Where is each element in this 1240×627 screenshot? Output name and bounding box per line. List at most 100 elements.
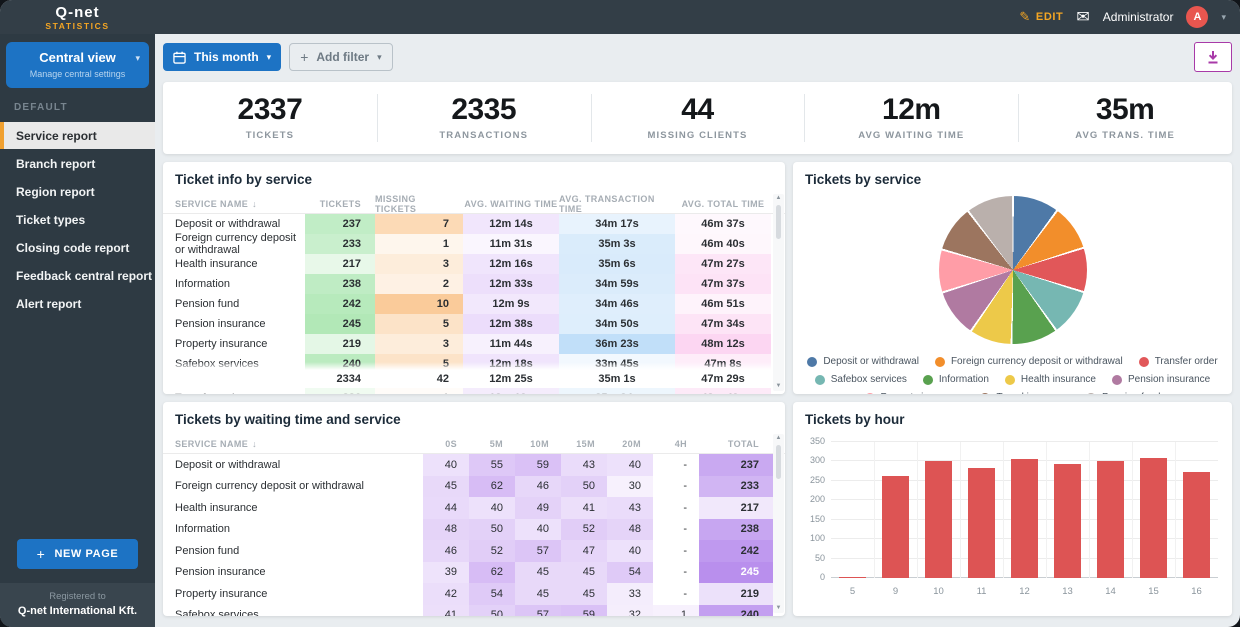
avg-waiting-time-cell: 13m 19s [463,388,559,394]
service-name-cell: Transfer order [163,388,305,394]
vertical-scrollbar[interactable]: ▲ ▼ [773,194,784,391]
new-page-label: NEW PAGE [54,548,118,560]
app-window: Q-net STATISTICS ✎ EDIT ✉ Administrator … [0,0,1240,627]
legend-item[interactable]: Property insurance [865,392,965,394]
avg-transaction-time-cell: 36m 23s [559,334,675,354]
column-header-label: 20M [622,439,641,449]
sort-descending-icon: ↓ [252,439,257,449]
scroll-up-icon[interactable]: ▲ [776,194,782,203]
column-header-label: 0S [445,439,457,449]
legend-item[interactable]: Safebox services [815,374,907,385]
column-header-label: 5M [490,439,503,449]
column-header-label: MISSING TICKETS [375,194,449,214]
sidebar-item-branch-report[interactable]: Branch report [0,150,155,177]
sidebar-item-alert-report[interactable]: Alert report [0,290,155,317]
sidebar-item-feedback-central-report[interactable]: Feedback central report [0,262,155,289]
vertical-scrollbar[interactable]: ▲ ▼ [773,434,784,613]
kpi-label: AVG WAITING TIME [858,130,964,141]
legend-label: Safebox services [831,374,907,385]
card-title: Tickets by service [793,162,1232,194]
mail-icon[interactable]: ✉ [1076,7,1089,27]
new-page-button[interactable]: + NEW PAGE [17,539,138,569]
download-button[interactable] [1194,42,1232,72]
legend-color-dot [1005,375,1015,385]
bucket-count-cell: 48 [423,519,469,541]
total-cell: 233 [699,476,773,498]
y-tick-label: 300 [810,455,825,465]
sidebar-item-service-report[interactable]: Service report [0,122,155,149]
scroll-down-icon[interactable]: ▼ [776,604,782,613]
column-header-label: 4H [675,439,687,449]
user-name[interactable]: Administrator [1103,10,1174,24]
summary-tickets-cell: 2334 [305,370,375,388]
legend-item[interactable]: Pension insurance [1112,374,1210,385]
bar-hour-10 [925,461,953,578]
scroll-down-icon[interactable]: ▼ [776,382,782,391]
sidebar-item-region-report[interactable]: Region report [0,178,155,205]
legend-color-dot [980,393,990,395]
avatar[interactable]: A [1186,6,1208,28]
edit-button[interactable]: ✎ EDIT [1019,9,1063,25]
legend-item[interactable]: Information [923,374,989,385]
sidebar-item-label: Ticket types [16,213,85,227]
scrollbar-thumb[interactable] [776,205,781,239]
legend-item[interactable]: Travel insurance [980,392,1070,394]
kpi-value: 35m [1096,95,1155,125]
bucket-count-cell: 41 [561,497,607,519]
legend-item[interactable]: Deposit or withdrawal [807,356,919,367]
sidebar-item-label: Branch report [16,157,95,171]
sidebar-item-ticket-types[interactable]: Ticket types [0,206,155,233]
add-filter-button[interactable]: + Add filter ▾ [289,43,392,71]
bucket-count-cell: 32 [607,605,653,617]
kpi-transactions: 2335TRANSACTIONS [377,82,591,154]
legend-item[interactable]: Foreign currency deposit or withdrawal [935,356,1123,367]
avg-waiting-time-cell: 11m 44s [463,334,559,354]
bucket-count-cell: 45 [515,562,561,584]
bucket-count-cell: - [653,454,699,476]
missing-tickets-cell: 1 [375,388,463,394]
column-header: 15M [561,439,607,449]
tickets-cell: 245 [305,314,375,334]
scrollbar-thumb[interactable] [776,445,781,479]
legend-label: Property insurance [881,392,965,394]
gridline-vertical [1003,442,1004,578]
service-name-cell: Property insurance [163,334,305,354]
avg-transaction-time-cell: 35m 6s [559,254,675,274]
main-content: This month ▾ + Add filter ▾ 2337TICKETS2… [155,34,1240,627]
column-header[interactable]: SERVICE NAME↓ [163,199,305,209]
table-row: Property insurance219311m 44s36m 23s48m … [163,334,785,354]
kpi-label: TRANSACTIONS [439,130,528,141]
tickets-cell: 219 [305,334,375,354]
column-header-label: AVG. TRANSACTION TIME [559,194,675,214]
tickets-cell: 238 [305,274,375,294]
date-range-button[interactable]: This month ▾ [163,43,281,71]
service-name-cell: Safebox services [163,605,423,617]
gridline-vertical [874,442,875,578]
scroll-up-icon[interactable]: ▲ [776,434,782,443]
table-row: Property insurance4254454533-219 [163,583,785,605]
legend-item[interactable]: Health insurance [1005,374,1096,385]
column-header[interactable]: SERVICE NAME ↓ [163,439,423,449]
avg-waiting-time-cell: 12m 33s [463,274,559,294]
bucket-count-cell: 62 [469,476,515,498]
legend-item[interactable]: Transfer order [1139,356,1218,367]
avg-total-time-cell: 46m 37s [675,214,771,234]
bucket-count-cell: 46 [423,540,469,562]
service-name-cell: Foreign currency deposit or withdrawal [163,234,305,254]
missing-tickets-cell: 1 [375,234,463,254]
bucket-count-cell: 47 [561,540,607,562]
avg-transaction-time-cell: 34m 50s [559,314,675,334]
legend-item[interactable]: Pension fund [1086,392,1160,394]
avg-waiting-time-cell: 12m 14s [463,214,559,234]
chart-legend: Deposit or withdrawal Foreign currency de… [793,356,1232,394]
bar-chart: 0501001502002503003505910111213141516 [801,434,1222,616]
user-menu-chevron-down-icon[interactable]: ▾ [1221,12,1226,23]
sidebar-menu: Service report Branch report Region report… [0,122,155,318]
sidebar-item-closing-code-report[interactable]: Closing code report [0,234,155,261]
legend-color-dot [1086,393,1096,395]
y-tick-label: 100 [810,533,825,543]
central-view-selector[interactable]: Central view ▾ Manage central settings [6,42,149,88]
sidebar: Central view ▾ Manage central settings D… [0,34,155,627]
table-header-row: SERVICE NAME↓0S5M10M15M20M4HTOTAL [163,434,785,454]
column-header-label: SERVICE NAME [175,439,248,449]
